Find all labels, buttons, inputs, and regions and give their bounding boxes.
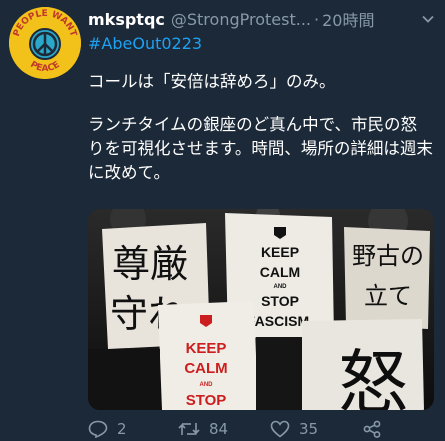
- display-name[interactable]: mksptqc: [88, 10, 165, 29]
- hashtag-link[interactable]: #AbeOut0223: [88, 34, 202, 53]
- reply-icon: [88, 420, 108, 438]
- sign-text: 立て: [364, 282, 412, 310]
- sign-text: 尊厳: [112, 242, 188, 286]
- sign-text: STOP: [186, 392, 227, 409]
- sign-text: KEEP: [261, 244, 299, 260]
- retweet-count: 84: [209, 420, 229, 438]
- heart-icon: [270, 420, 290, 438]
- sign-text: AND: [200, 382, 214, 388]
- share-button[interactable]: [362, 420, 382, 438]
- sign-text: 野古の: [352, 242, 424, 270]
- avatar[interactable]: PEOPLE WANT PEACE: [9, 7, 81, 79]
- separator-dot: ·: [313, 9, 320, 29]
- peace-sign-icon: PEOPLE WANT PEACE: [9, 7, 81, 79]
- like-button[interactable]: 35: [270, 420, 362, 438]
- tweet-paragraph: コールは「安倍は辞めろ」のみ。: [88, 72, 336, 91]
- share-icon: [363, 420, 381, 438]
- reply-count: 2: [117, 420, 127, 438]
- protest-photo: 尊厳 守れ KEEP CALM AND STOP FASCISM 野古の 立て …: [88, 209, 434, 410]
- retweet-button[interactable]: 84: [178, 420, 270, 438]
- sign-text: FASCISM: [247, 313, 309, 329]
- timestamp[interactable]: 20時間: [322, 7, 374, 31]
- user-handle[interactable]: @StrongProtest...: [171, 10, 311, 29]
- tweet-photo[interactable]: 尊厳 守れ KEEP CALM AND STOP FASCISM 野古の 立て …: [88, 209, 434, 410]
- chevron-down-icon[interactable]: [419, 10, 437, 28]
- sign-text: STOP: [261, 293, 299, 309]
- tweet-paragraph: ランチタイムの銀座のど真ん中で、市民の怒りを可視化させます。時間、場所の詳細は週…: [88, 115, 433, 182]
- like-count: 35: [299, 420, 319, 438]
- tweet-text: コールは「安倍は辞めろ」のみ。 ランチタイムの銀座のど真ん中で、市民の怒りを可視…: [88, 70, 433, 185]
- tweet-header: mksptqc @StrongProtest... · 20時間: [88, 8, 437, 30]
- sign-text: KEEP: [186, 340, 227, 357]
- sign-text: 怒: [338, 342, 408, 410]
- reply-button[interactable]: 2: [88, 420, 178, 438]
- sign-text: CALM: [260, 264, 300, 280]
- tweet-actions: 2 84 35: [88, 418, 435, 440]
- sign-text: AND: [274, 284, 288, 290]
- sign-text: CALM: [184, 360, 227, 377]
- retweet-icon: [178, 423, 200, 435]
